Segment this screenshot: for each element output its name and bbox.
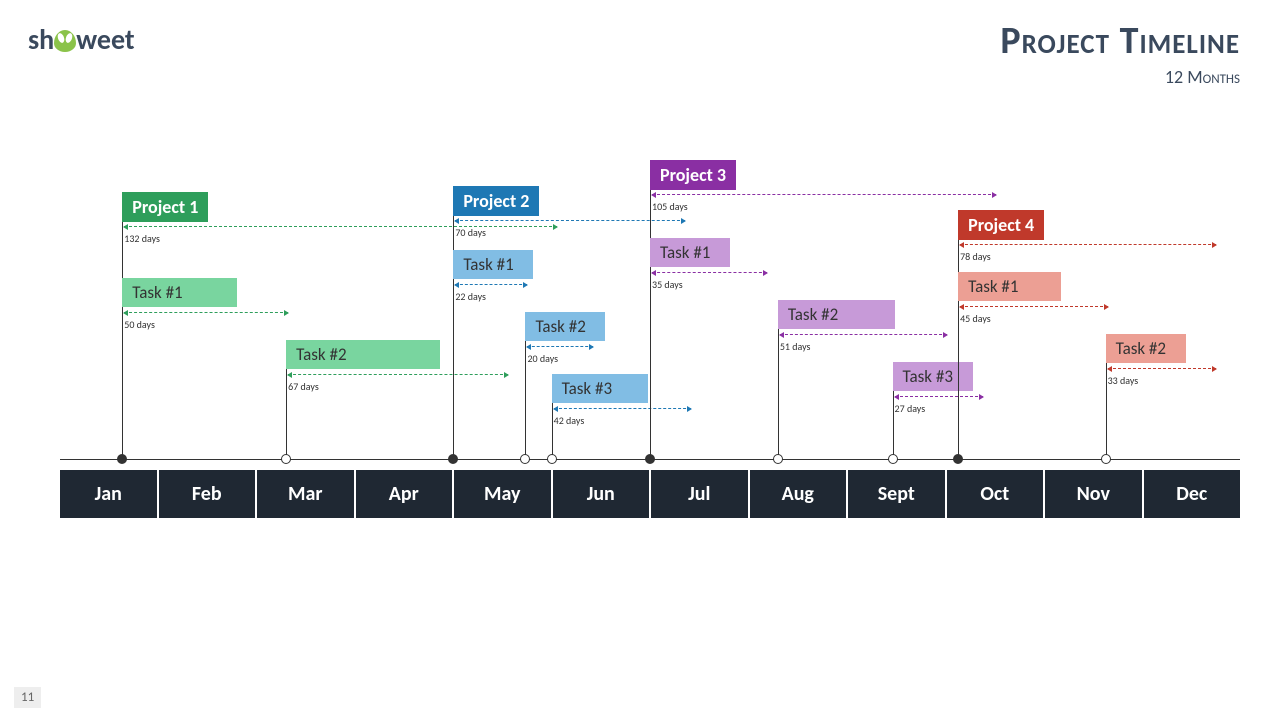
month-cell: Dec [1144, 470, 1241, 518]
duration-arrow [895, 396, 984, 397]
task-label: Task #3 [552, 374, 648, 403]
duration-label: 42 days [554, 414, 585, 427]
month-cell: Jan [60, 470, 157, 518]
duration-label: 35 days [652, 278, 683, 291]
milestone-dot-filled [953, 454, 963, 464]
task-label: Task #2 [286, 340, 440, 369]
duration-arrow [780, 334, 947, 335]
duration-label: 67 days [288, 380, 319, 393]
task-label: Task #1 [958, 272, 1061, 301]
milestone-dot-open [547, 454, 557, 464]
duration-arrow [455, 284, 527, 285]
brand-logo: shweet [28, 22, 135, 57]
project-stem [122, 192, 123, 458]
month-cell: Aug [750, 470, 847, 518]
milestone-dot-open [1101, 454, 1111, 464]
duration-label: 20 days [527, 352, 558, 365]
month-cell: Jul [651, 470, 748, 518]
month-cell: May [454, 470, 551, 518]
project-label: Project 1 [122, 192, 208, 222]
task-label: Task #2 [525, 312, 605, 341]
milestone-dot-filled [645, 454, 655, 464]
milestone-dot-filled [448, 454, 458, 464]
month-cell: Oct [947, 470, 1044, 518]
month-cell: Nov [1045, 470, 1142, 518]
logo-text-pre: sh [28, 22, 54, 57]
month-axis: JanFebMarAprMayJunJulAugSeptOctNovDec [60, 470, 1240, 518]
project-label: Project 4 [958, 210, 1044, 240]
duration-arrow [960, 244, 1216, 245]
milestone-dot-open [888, 454, 898, 464]
duration-arrow [652, 272, 767, 273]
project-stem [453, 186, 454, 458]
project-label: Project 2 [453, 186, 539, 216]
month-cell: Apr [356, 470, 453, 518]
duration-arrow [652, 194, 996, 195]
duration-label: 78 days [960, 250, 991, 263]
milestone-dot-open [773, 454, 783, 464]
duration-label: 33 days [1108, 374, 1139, 387]
milestone-dot-open [520, 454, 530, 464]
project-label: Project 3 [650, 160, 736, 190]
duration-arrow [124, 226, 557, 227]
task-label: Task #1 [453, 250, 533, 279]
milestone-dot-open [281, 454, 291, 464]
duration-label: 27 days [895, 402, 926, 415]
duration-label: 22 days [455, 290, 486, 303]
duration-label: 51 days [780, 340, 811, 353]
duration-label: 50 days [124, 318, 155, 331]
duration-label: 70 days [455, 226, 486, 239]
duration-label: 105 days [652, 200, 688, 213]
logo-text-post: weet [76, 22, 134, 57]
project-stem [650, 160, 651, 458]
duration-arrow [1108, 368, 1216, 369]
duration-label: 132 days [124, 232, 160, 245]
duration-arrow [288, 374, 508, 375]
duration-arrow [554, 408, 692, 409]
page-subtitle: 12 Months [1000, 66, 1240, 88]
task-label: Task #2 [778, 300, 895, 329]
month-cell: Feb [159, 470, 256, 518]
month-cell: Mar [257, 470, 354, 518]
duration-arrow [527, 346, 593, 347]
month-cell: Jun [553, 470, 650, 518]
timeline-chart: JanFebMarAprMayJunJulAugSeptOctNovDec Pr… [60, 150, 1240, 500]
duration-arrow [124, 312, 288, 313]
page-header: Project Timeline 12 Months [1000, 18, 1240, 88]
duration-label: 45 days [960, 312, 991, 325]
duration-arrow [960, 306, 1108, 307]
month-cell: Sept [848, 470, 945, 518]
milestone-dot-filled [117, 454, 127, 464]
page-title: Project Timeline [1000, 18, 1240, 64]
task-label: Task #1 [650, 238, 730, 267]
task-label: Task #3 [893, 362, 973, 391]
task-label: Task #2 [1106, 334, 1186, 363]
task-label: Task #1 [122, 278, 237, 307]
leaf-icon [54, 30, 76, 52]
page-number: 11 [14, 687, 41, 708]
